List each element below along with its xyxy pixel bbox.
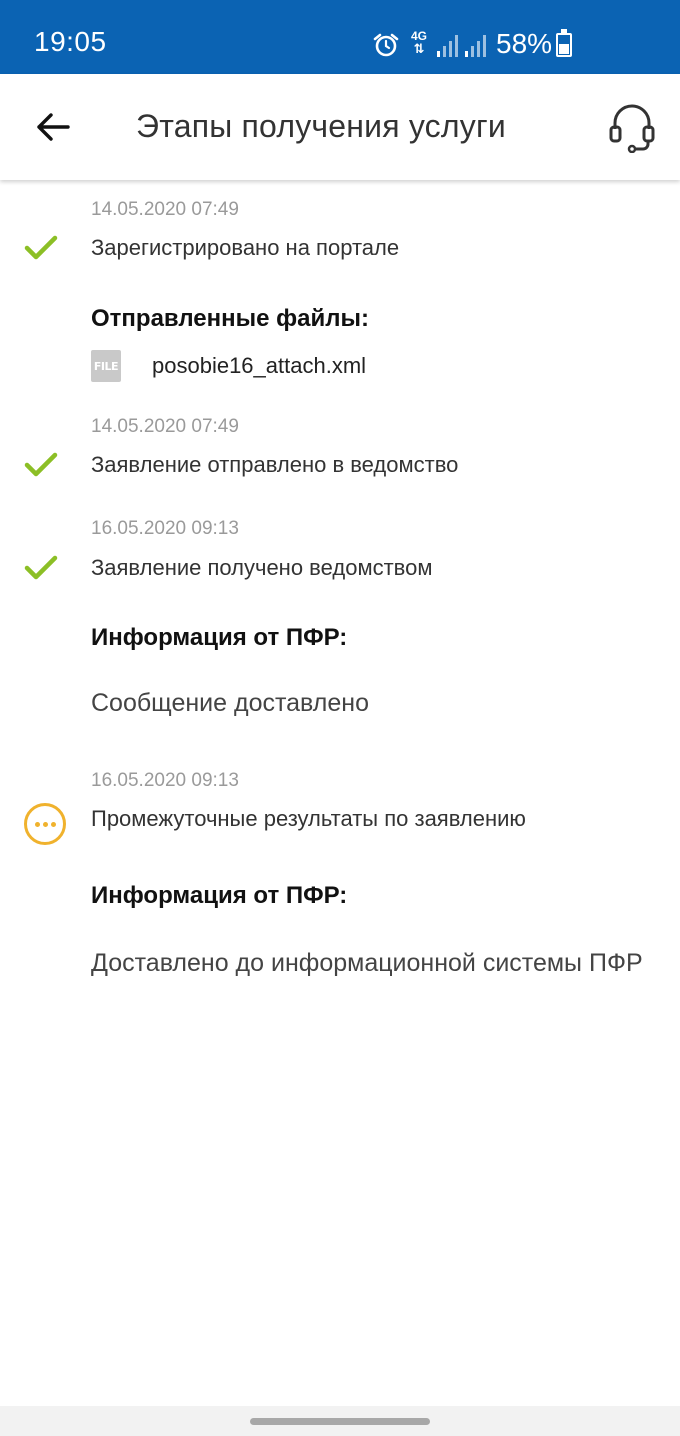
files-heading: Отправленные файлы: [91, 305, 369, 332]
info-heading: Информация от ПФР: [91, 882, 348, 909]
file-icon: FILE [91, 350, 121, 382]
attached-file[interactable]: FILE posobie16_attach.xml [91, 350, 366, 382]
event-title: Заявление отправлено в ведомство [91, 452, 459, 477]
event-date: 14.05.2020 07:49 [91, 416, 239, 437]
alarm-icon [373, 33, 399, 57]
file-name: posobie16_attach.xml [152, 353, 367, 378]
arrow-left-icon [37, 113, 70, 141]
battery-percent: 58% [496, 28, 553, 59]
signal-icon [465, 35, 486, 57]
event-title: Промежуточные результаты по заявлению [91, 806, 526, 831]
status-time: 19:05 [34, 26, 107, 57]
app-bar: Этапы получения услуги [0, 74, 680, 180]
check-icon [24, 235, 58, 260]
event-title: Заявление получено ведомством [91, 555, 433, 580]
event-date: 16.05.2020 09:13 [91, 770, 239, 791]
event-title: Зарегистрировано на портале [91, 235, 400, 260]
check-icon [24, 555, 58, 580]
page-title: Этапы получения услуги [136, 108, 506, 144]
headset-icon [609, 104, 655, 153]
network-4g-icon: 4G ⇅ [410, 29, 427, 56]
support-button[interactable] [604, 100, 660, 156]
info-heading: Информация от ПФР: [91, 624, 348, 651]
signal-icon [437, 35, 458, 57]
info-text: Доставлено до информационной системы ПФР [91, 949, 643, 977]
status-bar: 19:05 4G ⇅ 58% [0, 0, 680, 74]
home-gesture-bar[interactable] [250, 1418, 430, 1425]
check-icon [24, 452, 58, 477]
pending-icon [24, 803, 66, 845]
battery-icon [556, 29, 572, 57]
info-text: Сообщение доставлено [91, 689, 369, 717]
event-date: 16.05.2020 09:13 [91, 518, 239, 539]
file-badge-label: FILE [93, 359, 119, 373]
back-button[interactable] [28, 102, 78, 152]
navigation-bar [0, 1406, 680, 1436]
event-date: 14.05.2020 07:49 [91, 199, 239, 220]
